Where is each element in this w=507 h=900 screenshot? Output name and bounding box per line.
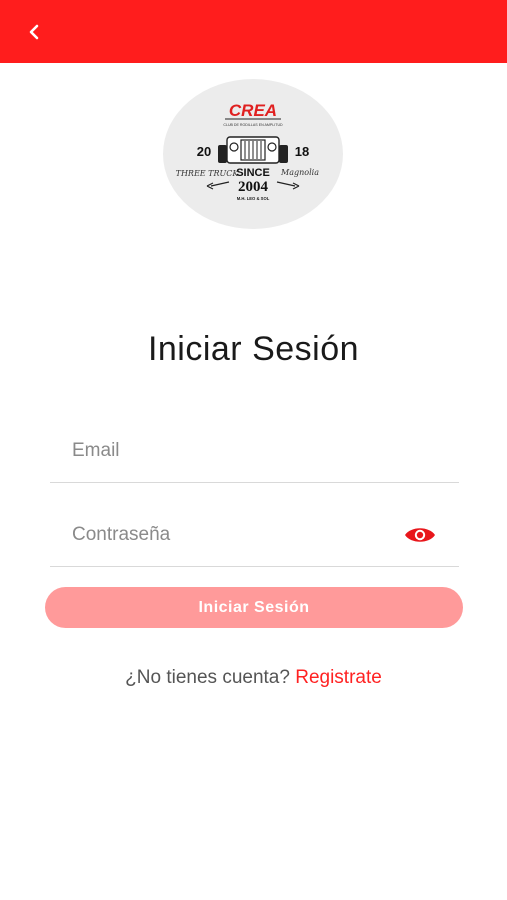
logo-year-left: 20 [197, 144, 211, 159]
toggle-password-visibility-button[interactable] [403, 524, 437, 546]
logo-tagline-text: CLUB DE RODILLAS EN AMPLITUD [223, 123, 283, 127]
login-screen: CREA CLUB DE RODILLAS EN AMPLITUD 20 18 [0, 0, 507, 900]
truck-icon [218, 136, 288, 164]
login-button[interactable]: Iniciar Sesión [45, 587, 463, 628]
brand-logo: CREA CLUB DE RODILLAS EN AMPLITUD 20 18 [163, 79, 343, 229]
signup-row: ¿No tienes cuenta? Registrate [0, 667, 507, 689]
email-field[interactable] [70, 430, 374, 472]
logo-year-right: 18 [295, 144, 309, 159]
chevron-left-icon [29, 24, 39, 40]
logo-right-script: Magnolia [280, 168, 319, 177]
email-field-container [50, 422, 459, 483]
app-header [0, 0, 507, 63]
logo-since-year: 2004 [238, 179, 269, 195]
password-field-container [50, 506, 459, 567]
page-title: Iniciar Sesión [147, 330, 360, 368]
signup-prompt: ¿No tienes cuenta? [125, 667, 290, 688]
register-link[interactable]: Registrate [295, 667, 382, 688]
eye-icon [405, 528, 435, 542]
logo-brand-text: CREA [229, 101, 277, 120]
logo-left-script: THREE TRUCK [176, 169, 240, 178]
logo-footer-text: M.H. LEO & SOL [237, 196, 270, 201]
back-button[interactable] [18, 16, 50, 48]
password-field[interactable] [70, 514, 374, 556]
logo-since-label: SINCE [236, 167, 270, 179]
